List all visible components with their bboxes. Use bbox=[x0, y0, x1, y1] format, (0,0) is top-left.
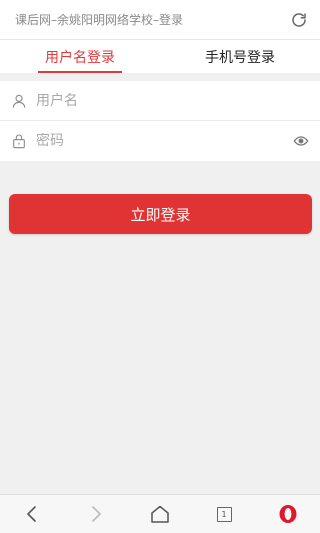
eye-icon[interactable] bbox=[292, 132, 310, 150]
opera-logo-icon[interactable] bbox=[268, 499, 308, 529]
tab-phone-login[interactable]: 手机号登录 bbox=[160, 40, 320, 73]
reload-icon[interactable] bbox=[286, 7, 312, 33]
password-input[interactable] bbox=[36, 133, 292, 149]
user-icon bbox=[10, 92, 28, 110]
login-tabs: 用户名登录 手机号登录 bbox=[0, 40, 320, 73]
username-input[interactable] bbox=[36, 92, 310, 109]
page-title[interactable]: 课后网–余姚阳明网络学校–登录 bbox=[15, 11, 286, 28]
back-arrow-icon[interactable] bbox=[12, 499, 52, 529]
tab-switcher-button[interactable]: 1 bbox=[204, 499, 244, 529]
login-button[interactable]: 立即登录 bbox=[9, 194, 312, 234]
tab-count: 1 bbox=[216, 506, 232, 522]
browser-bottom-nav: 1 bbox=[0, 494, 320, 533]
browser-address-bar: 课后网–余姚阳明网络学校–登录 bbox=[0, 0, 320, 40]
home-icon[interactable] bbox=[140, 499, 180, 529]
forward-arrow-icon[interactable] bbox=[76, 499, 116, 529]
password-row bbox=[0, 121, 320, 161]
login-form bbox=[0, 81, 320, 161]
lock-icon bbox=[10, 132, 28, 150]
tab-username-login[interactable]: 用户名登录 bbox=[0, 40, 160, 73]
username-row bbox=[0, 81, 320, 121]
